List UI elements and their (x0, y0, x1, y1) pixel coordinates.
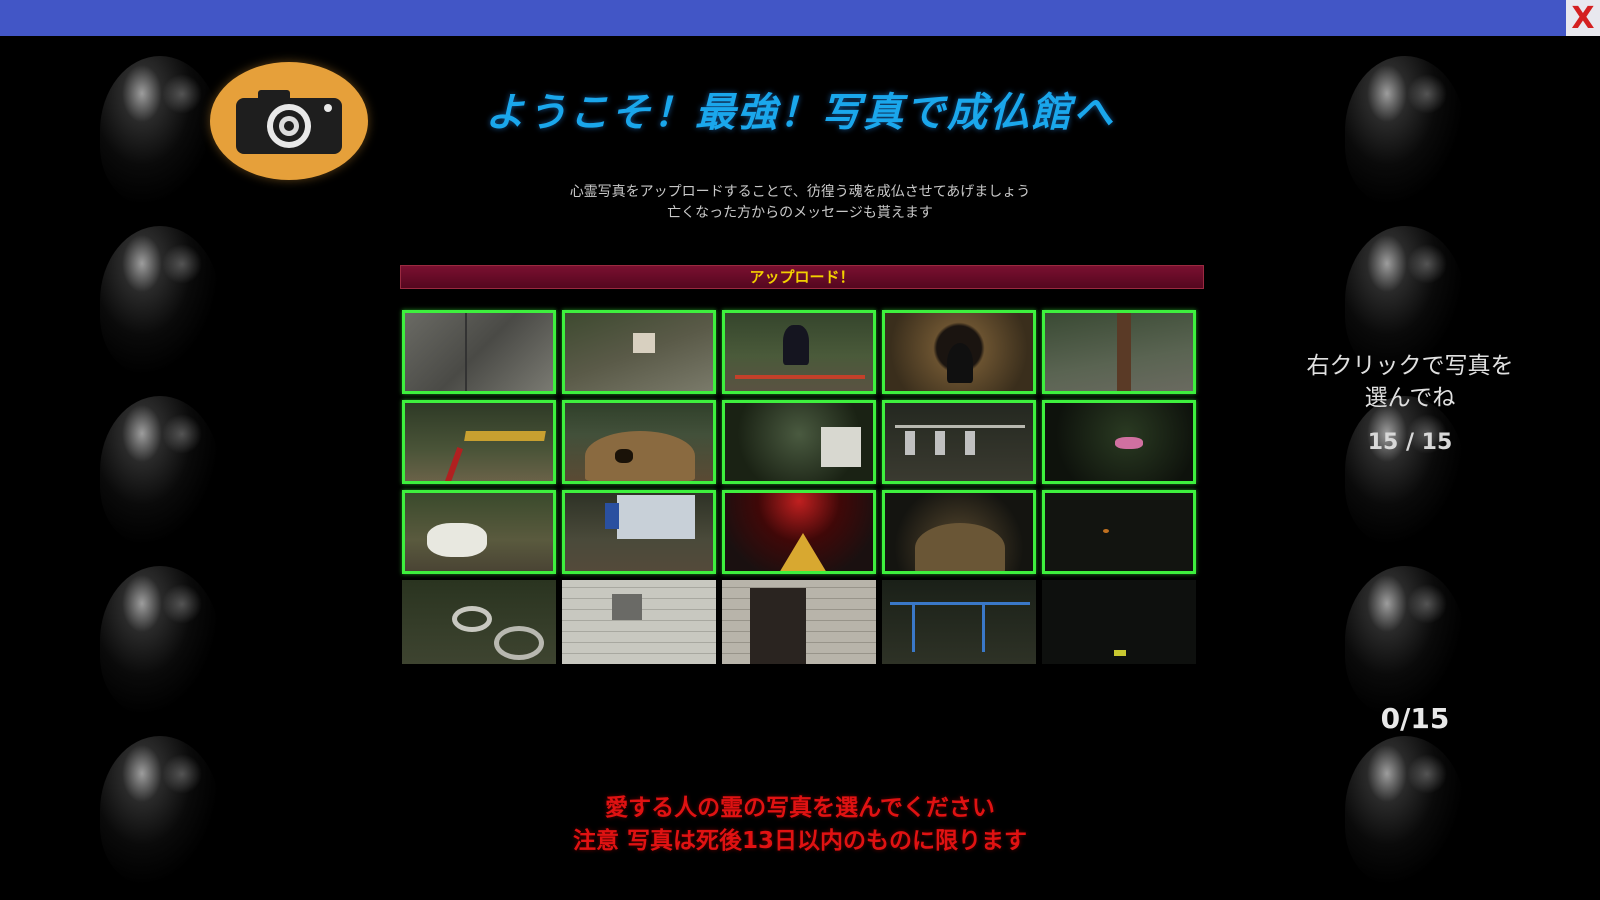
photo-thumb-dome-playhouse[interactable] (562, 400, 716, 484)
ghost-image (100, 736, 220, 886)
warning-message: 愛する人の霊の写真を選んでください 注意 写真は死後13日以内のものに限ります (430, 792, 1170, 858)
ghost-image (100, 566, 220, 716)
photo-thumb-tree-with-sign[interactable] (562, 310, 716, 394)
description: 心霊写真をアップロードすることで、彷徨う魂を成仏させてあげましょう 亡くなった方… (430, 182, 1170, 224)
page-title: ようこそ！最強！写真で成仏館へ (485, 90, 1115, 136)
photo-thumb-tree-trunk-park[interactable] (1042, 310, 1196, 394)
ghost-image (100, 56, 220, 206)
photo-thumb-dark-night[interactable] (1042, 580, 1196, 664)
photo-thumb-hanging-dolls[interactable] (882, 400, 1036, 484)
photo-thumb-dome-tunnel[interactable] (882, 310, 1036, 394)
photo-grid (402, 310, 1202, 670)
left-ghost-strip (90, 36, 250, 900)
upload-button[interactable]: アップロード！ (400, 265, 1204, 289)
ghost-image (1345, 56, 1465, 206)
photo-thumb-tires[interactable] (402, 580, 556, 664)
photo-thumb-dark-field[interactable] (1042, 490, 1196, 574)
photo-thumb-red-light-figure[interactable] (722, 490, 876, 574)
photo-thumb-mailbox-night[interactable] (722, 400, 876, 484)
warning-line-1: 愛する人の霊の写真を選んでください (605, 795, 995, 821)
side-instruction-line-1: 右クリックで写真を (1306, 353, 1514, 379)
camera-icon (236, 90, 342, 154)
side-instruction-line-2: 選んでね (1364, 385, 1456, 411)
ghost-image (100, 226, 220, 376)
selected-count: 15 / 15 (1367, 430, 1453, 455)
description-line-2: 亡くなった方からのメッセージも貰えます (667, 205, 933, 221)
ghost-image (1345, 566, 1465, 716)
warning-line-2: 注意 写真は死後13日以内のものに限ります (572, 828, 1027, 854)
close-button[interactable]: X (1566, 0, 1600, 36)
photo-thumb-vending-machine[interactable] (562, 490, 716, 574)
photo-thumb-pink-swing[interactable] (1042, 400, 1196, 484)
ghost-image (1345, 736, 1465, 886)
side-instruction: 右クリックで写真を 選んでね (1280, 350, 1540, 414)
photo-thumb-toilet-door[interactable] (722, 580, 876, 664)
ghost-image (100, 396, 220, 546)
photo-thumb-red-slide[interactable] (402, 400, 556, 484)
ghost-image (1345, 396, 1465, 546)
right-ghost-strip (1345, 36, 1515, 900)
upload-counter: 0/15 (1380, 702, 1450, 735)
photo-thumb-girl-in-playground[interactable] (722, 310, 876, 394)
photo-thumb-concrete-wall[interactable] (402, 310, 556, 394)
camera-logo (210, 62, 368, 180)
photo-thumb-tiled-sink[interactable] (562, 580, 716, 664)
description-line-1: 心霊写真をアップロードすることで、彷徨う魂を成仏させてあげましょう (569, 184, 1031, 200)
photo-thumb-rabbit-figure[interactable] (402, 490, 556, 574)
photo-thumb-dome-night[interactable] (882, 490, 1036, 574)
window-titlebar: X (0, 0, 1600, 36)
photo-thumb-jungle-gym[interactable] (882, 580, 1036, 664)
